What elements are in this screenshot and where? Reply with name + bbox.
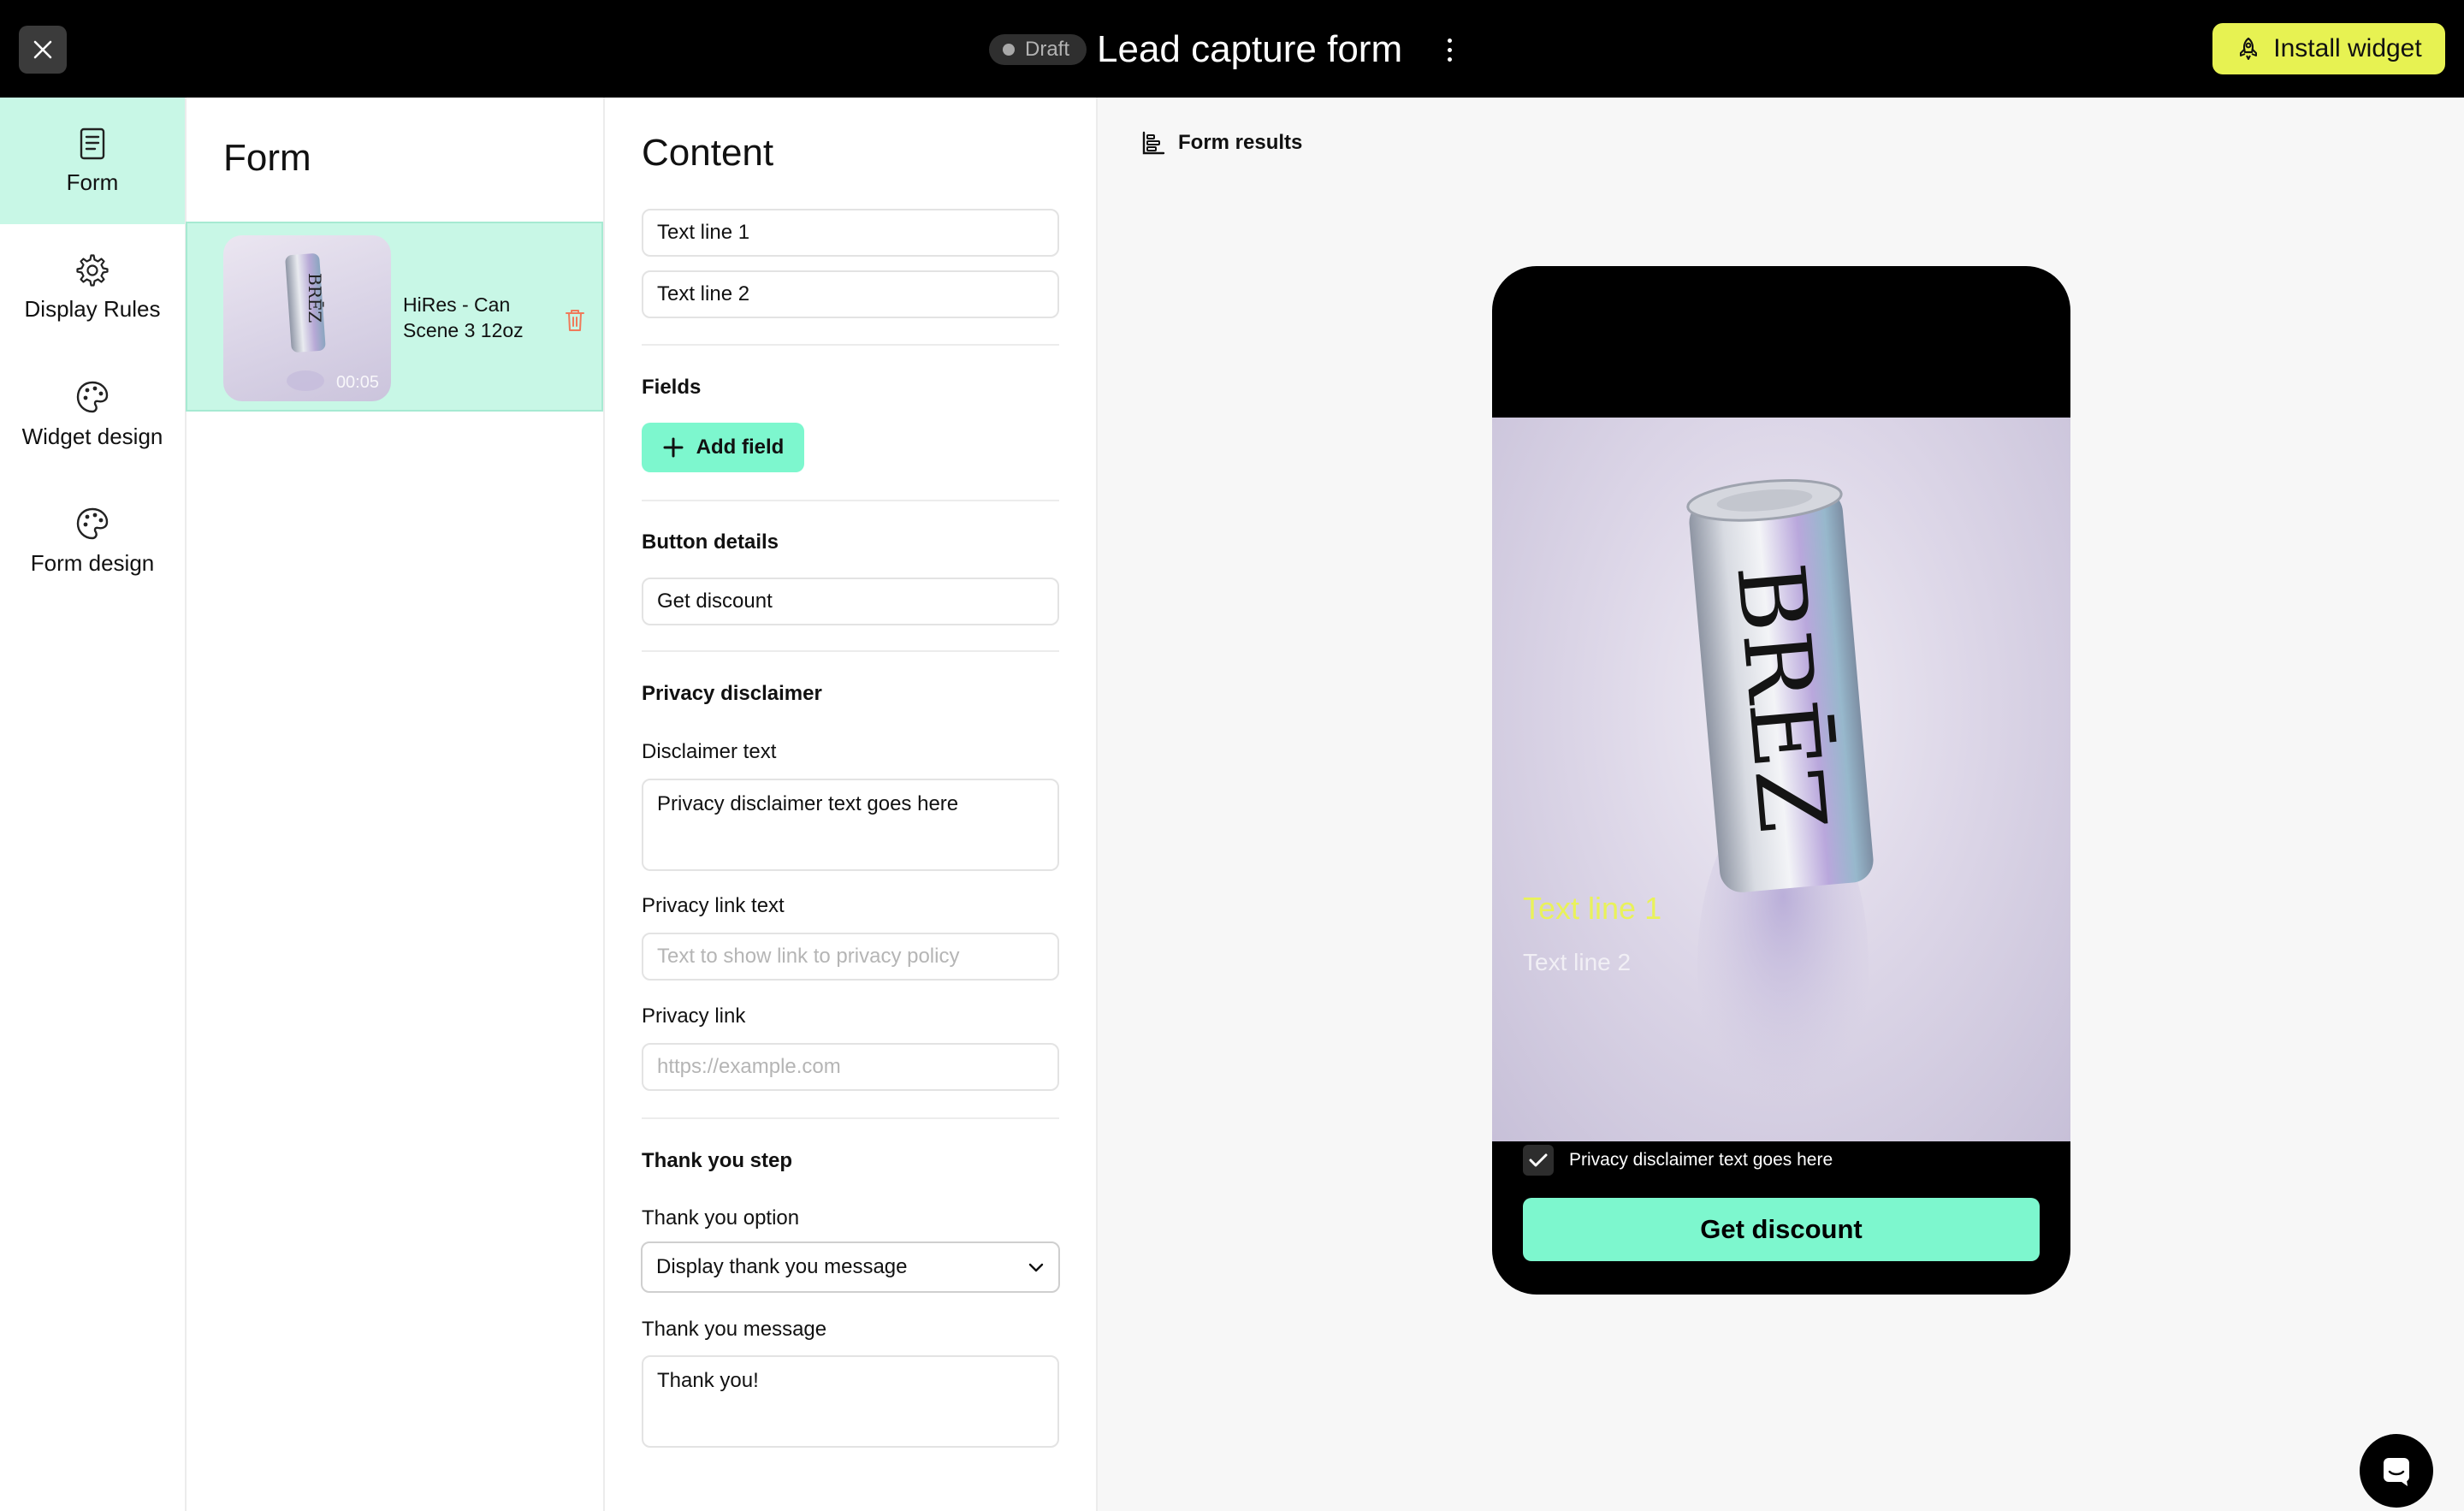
status-dot bbox=[1003, 44, 1015, 56]
preview-text-line-1: Text line 1 bbox=[1523, 891, 1662, 926]
status-badge-label: Draft bbox=[1025, 38, 1070, 61]
install-widget-label: Install widget bbox=[2273, 34, 2422, 62]
form-results-button[interactable]: Form results bbox=[1140, 130, 1302, 156]
divider bbox=[642, 500, 1059, 501]
text-line-1-input[interactable]: Text line 1 bbox=[642, 209, 1059, 257]
form-results-label: Form results bbox=[1178, 131, 1303, 154]
chevron-down-icon bbox=[1028, 1263, 1044, 1272]
more-options-button[interactable] bbox=[1439, 34, 1460, 65]
divider bbox=[642, 1117, 1059, 1119]
chat-icon bbox=[2384, 1458, 2409, 1486]
privacy-link-input[interactable]: https://example.com bbox=[642, 1043, 1059, 1091]
nav-item-display-rules[interactable]: Display Rules bbox=[0, 224, 185, 351]
preview-privacy-row: Privacy disclaimer text goes here bbox=[1523, 1145, 1833, 1176]
privacy-link-text-label: Privacy link text bbox=[642, 894, 785, 917]
trash-icon bbox=[566, 310, 584, 331]
nav-item-label: Form design bbox=[30, 549, 155, 576]
thank-you-step-title: Thank you step bbox=[642, 1149, 793, 1172]
fields-title: Fields bbox=[642, 376, 702, 399]
add-field-button[interactable]: Add field bbox=[642, 423, 804, 472]
page-title: Lead capture form bbox=[1097, 28, 1403, 70]
content-panel: Content Text line 1 Text line 2 Fields A… bbox=[605, 98, 1098, 1511]
nav-item-label: Display Rules bbox=[24, 295, 161, 322]
media-duration: 00:05 bbox=[335, 373, 379, 392]
top-bar: Draft Lead capture form Install widget bbox=[0, 0, 2464, 98]
kebab-dot bbox=[1447, 56, 1452, 62]
thank-you-option-label: Thank you option bbox=[642, 1206, 800, 1230]
divider bbox=[642, 344, 1059, 346]
gear-icon bbox=[76, 253, 109, 287]
privacy-link-text-input[interactable]: Text to show link to privacy policy bbox=[642, 933, 1059, 981]
preview-get-discount-button[interactable]: Get discount bbox=[1523, 1198, 2040, 1261]
preview-disclaimer: Privacy disclaimer text goes here bbox=[1569, 1150, 1833, 1170]
nav-item-form[interactable]: Form bbox=[0, 98, 185, 224]
nav-item-label: Form bbox=[66, 169, 119, 195]
close-icon bbox=[33, 40, 52, 59]
thank-you-message-label: Thank you message bbox=[642, 1318, 827, 1341]
bar-chart-icon bbox=[1142, 131, 1165, 155]
preview-text-line-2: Text line 2 bbox=[1523, 949, 1632, 975]
plus-icon bbox=[663, 437, 684, 458]
privacy-checkbox[interactable] bbox=[1523, 1145, 1554, 1176]
form-panel: Form BRĒZ 00:05 HiRes - Can Scene 3 12oz bbox=[186, 98, 605, 1511]
can-image: BRĒZ bbox=[1686, 479, 1874, 1136]
button-text-input[interactable]: Get discount bbox=[642, 578, 1059, 625]
media-name: HiRes - Can Scene 3 12oz bbox=[403, 293, 524, 341]
palette-icon bbox=[76, 381, 109, 412]
media-card[interactable]: BRĒZ 00:05 HiRes - Can Scene 3 12oz bbox=[186, 222, 603, 412]
content-title: Content bbox=[642, 132, 774, 174]
thank-you-option-select[interactable]: Display thank you message bbox=[641, 1241, 1060, 1293]
check-icon bbox=[1529, 1153, 1548, 1167]
button-details-title: Button details bbox=[642, 530, 779, 554]
disclaimer-textarea[interactable]: Privacy disclaimer text goes here bbox=[642, 779, 1059, 871]
text-line-2-input[interactable]: Text line 2 bbox=[642, 270, 1059, 318]
delete-media-button[interactable] bbox=[564, 307, 586, 337]
close-button[interactable] bbox=[19, 26, 67, 74]
chat-launcher-button[interactable] bbox=[2360, 1434, 2433, 1508]
form-panel-title: Form bbox=[223, 137, 311, 179]
rocket-icon bbox=[2240, 37, 2258, 60]
disclaimer-text-label: Disclaimer text bbox=[642, 740, 777, 763]
document-icon bbox=[80, 127, 105, 159]
preview-media: BRĒZ bbox=[1492, 418, 2070, 1141]
privacy-link-label: Privacy link bbox=[642, 1004, 746, 1028]
media-thumbnail: BRĒZ 00:05 bbox=[223, 235, 391, 401]
privacy-disclaimer-title: Privacy disclaimer bbox=[642, 682, 822, 705]
thank-you-message-textarea[interactable]: Thank you! bbox=[642, 1355, 1059, 1448]
phone-preview: BRĒZ Text line 1 Text line 2 Privacy dis… bbox=[1492, 266, 2070, 1295]
kebab-dot bbox=[1447, 38, 1452, 43]
preview-area: Form results BRĒZ Text line 1 Text line … bbox=[1098, 98, 2464, 1511]
nav-item-label: Widget design bbox=[21, 423, 163, 449]
thank-you-option-value: Display thank you message bbox=[656, 1255, 908, 1278]
add-field-label: Add field bbox=[696, 436, 785, 459]
status-badge: Draft bbox=[989, 34, 1087, 65]
can-brand-text: BRĒZ bbox=[305, 273, 325, 323]
palette-icon bbox=[76, 507, 109, 539]
nav-item-form-design[interactable]: Form design bbox=[0, 477, 185, 604]
divider bbox=[642, 650, 1059, 652]
nav-item-widget-design[interactable]: Widget design bbox=[0, 351, 185, 477]
kebab-dot bbox=[1447, 47, 1452, 52]
install-widget-button[interactable]: Install widget bbox=[2212, 23, 2445, 74]
left-nav: Form Display Rules Widget design Form de… bbox=[0, 98, 187, 1511]
